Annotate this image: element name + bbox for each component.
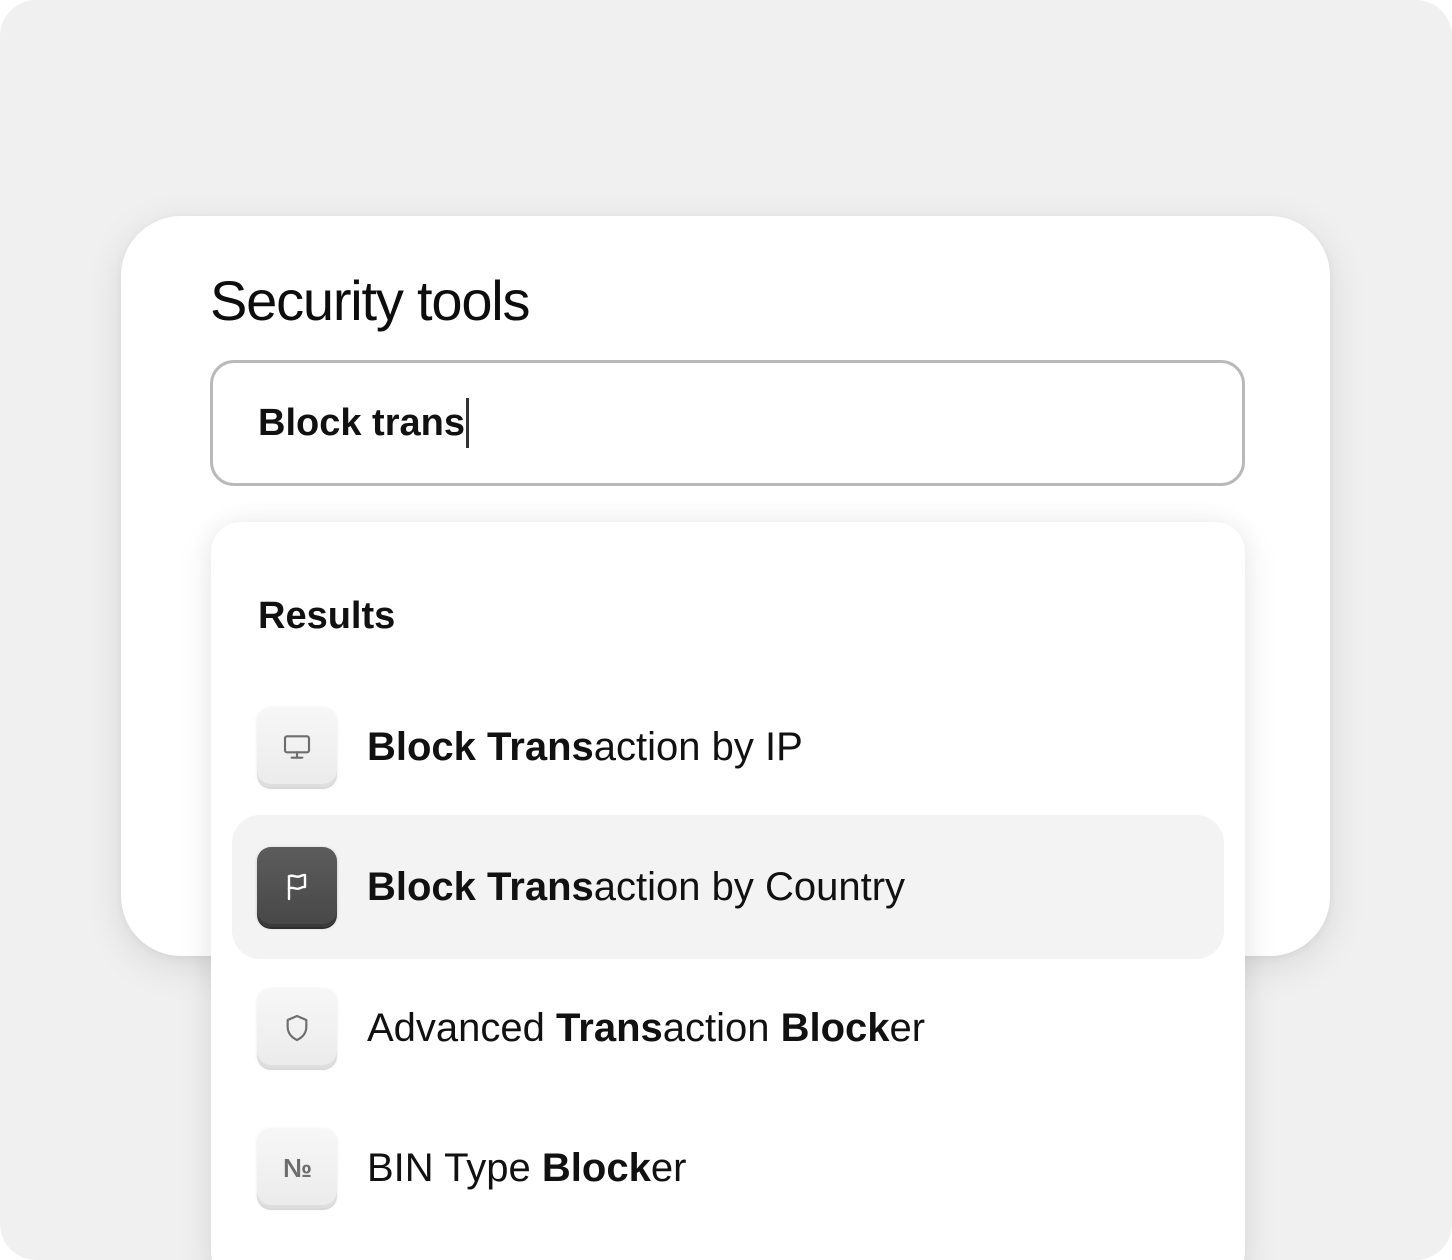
shield-icon (257, 988, 337, 1068)
flag-icon (257, 847, 337, 927)
app-background: Security tools Block trans Results Block… (0, 0, 1452, 1260)
numero-icon: № (257, 1128, 337, 1208)
results-dropdown: Results Block Transaction by IP Block Tr… (211, 522, 1245, 1260)
monitor-icon (257, 707, 337, 787)
search-input-value[interactable]: Block trans (258, 393, 469, 453)
result-item-bin-type-blocker[interactable]: № BIN Type Blocker (232, 1096, 1224, 1240)
result-label: Block Transaction by Country (367, 865, 906, 909)
result-label: BIN Type Blocker (367, 1146, 687, 1190)
text-cursor (465, 398, 469, 448)
search-input[interactable]: Block trans (210, 360, 1245, 486)
page-title: Security tools (210, 269, 531, 332)
results-heading: Results (258, 595, 396, 637)
result-item-block-transaction-by-country[interactable]: Block Transaction by Country (232, 815, 1224, 959)
result-label: Block Transaction by IP (367, 725, 803, 769)
search-query-text: Block trans (258, 402, 465, 444)
result-item-advanced-transaction-blocker[interactable]: Advanced Transaction Blocker (232, 956, 1224, 1100)
result-item-block-transaction-by-ip[interactable]: Block Transaction by IP (232, 675, 1224, 819)
result-label: Advanced Transaction Blocker (367, 1006, 926, 1050)
